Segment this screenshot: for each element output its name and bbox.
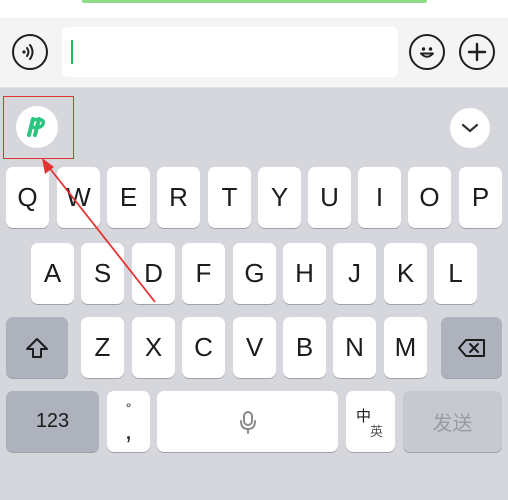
top-bar bbox=[0, 0, 508, 18]
key-g[interactable]: G bbox=[233, 243, 276, 304]
emoji-icon bbox=[420, 47, 434, 58]
key-m[interactable]: M bbox=[384, 317, 427, 378]
key-e[interactable]: E bbox=[107, 167, 150, 228]
chevron-down-icon bbox=[461, 123, 479, 133]
punctuation-key[interactable]: ° , bbox=[107, 391, 150, 452]
shift-key[interactable] bbox=[6, 317, 68, 378]
microphone-icon bbox=[239, 410, 256, 434]
punct-top-label: ° bbox=[125, 399, 132, 416]
message-input[interactable] bbox=[62, 27, 398, 77]
voice-button[interactable] bbox=[12, 34, 48, 70]
emoji-button[interactable] bbox=[409, 34, 445, 70]
key-r[interactable]: R bbox=[157, 167, 200, 228]
key-w[interactable]: W bbox=[57, 167, 100, 228]
backspace-icon bbox=[457, 338, 485, 357]
key-k[interactable]: K bbox=[384, 243, 427, 304]
top-accent-line bbox=[82, 0, 427, 3]
backspace-key[interactable] bbox=[441, 317, 502, 378]
key-i[interactable]: I bbox=[358, 167, 401, 228]
key-o[interactable]: O bbox=[408, 167, 451, 228]
key-j[interactable]: J bbox=[333, 243, 376, 304]
collapse-keyboard-button[interactable] bbox=[450, 108, 490, 148]
lang-primary-label: 中 bbox=[356, 408, 372, 425]
key-u[interactable]: U bbox=[308, 167, 351, 228]
lang-secondary-label: 英 bbox=[370, 424, 384, 439]
chat-input-bar bbox=[0, 18, 508, 88]
key-s[interactable]: S bbox=[81, 243, 124, 304]
key-b[interactable]: B bbox=[283, 317, 326, 378]
key-h[interactable]: H bbox=[283, 243, 326, 304]
keyboard-app-button[interactable] bbox=[16, 106, 58, 148]
space-key[interactable] bbox=[157, 391, 338, 452]
key-f[interactable]: F bbox=[182, 243, 225, 304]
plus-icon bbox=[467, 42, 487, 62]
shift-icon bbox=[26, 337, 48, 358]
numbers-key[interactable]: 123 bbox=[6, 391, 99, 452]
key-y[interactable]: Y bbox=[258, 167, 301, 228]
key-n[interactable]: N bbox=[333, 317, 376, 378]
key-z[interactable]: Z bbox=[81, 317, 124, 378]
more-options-button[interactable] bbox=[459, 34, 495, 70]
voice-icon bbox=[22, 44, 34, 60]
app-logo-icon bbox=[27, 117, 45, 137]
send-key[interactable]: 发送 bbox=[403, 391, 502, 452]
key-l[interactable]: L bbox=[434, 243, 477, 304]
punct-main-label: , bbox=[124, 414, 133, 445]
key-q[interactable]: Q bbox=[6, 167, 49, 228]
key-d[interactable]: D bbox=[132, 243, 175, 304]
key-c[interactable]: C bbox=[182, 317, 225, 378]
key-x[interactable]: X bbox=[132, 317, 175, 378]
key-v[interactable]: V bbox=[233, 317, 276, 378]
key-p[interactable]: P bbox=[459, 167, 502, 228]
language-switch-key[interactable]: 中 英 bbox=[346, 391, 395, 452]
key-a[interactable]: A bbox=[31, 243, 74, 304]
key-t[interactable]: T bbox=[208, 167, 251, 228]
text-caret bbox=[71, 40, 73, 64]
